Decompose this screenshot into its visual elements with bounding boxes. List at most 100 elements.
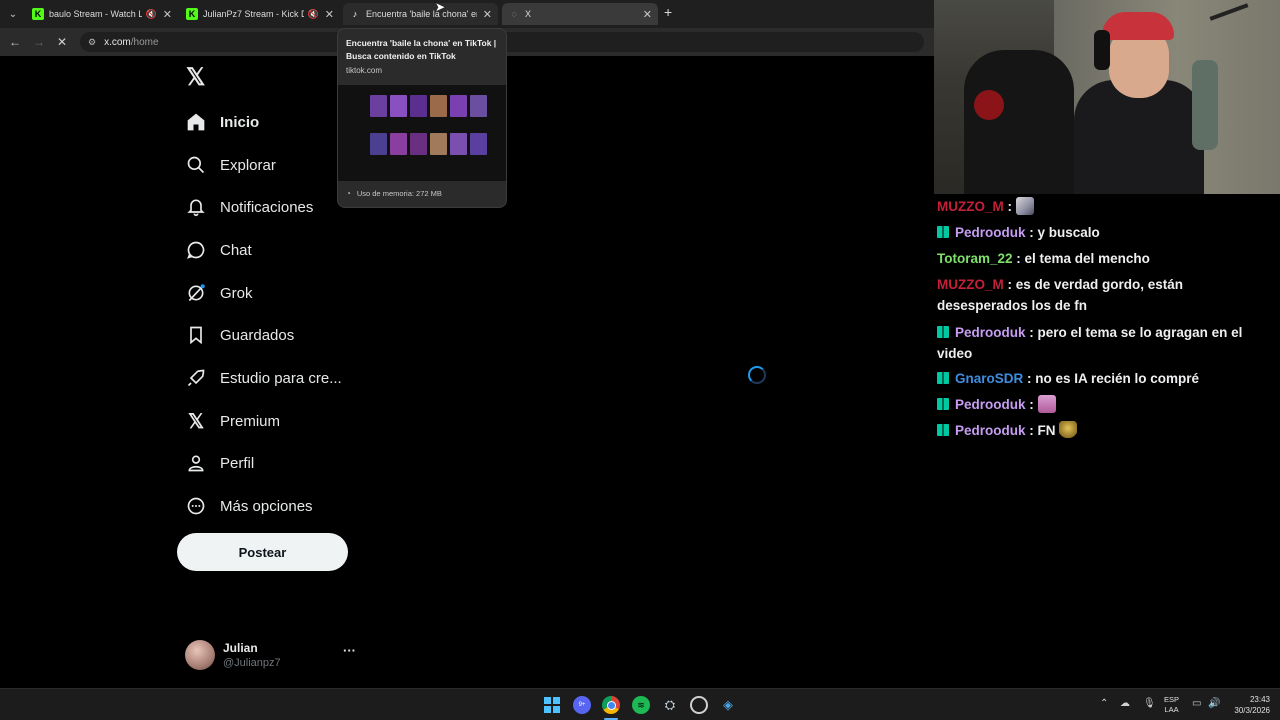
- discord-badge: 9+: [578, 702, 586, 708]
- chat-username[interactable]: MUZZO_M: [937, 277, 1004, 292]
- tab-search-chevron-icon[interactable]: ⌄: [4, 5, 22, 23]
- url-host: x.com: [104, 36, 131, 48]
- subscriber-badge-icon: [937, 424, 949, 436]
- loading-spinner-icon: [748, 366, 766, 384]
- tab-hover-card: Encuentra 'baile la chona' en TikTok | B…: [337, 28, 507, 208]
- chat-username[interactable]: Pedrooduk: [955, 397, 1026, 412]
- chat-username[interactable]: Pedrooduk: [955, 423, 1026, 438]
- nav-label: Explorar: [220, 156, 276, 174]
- browser-tab-tiktok[interactable]: ♪ Encuentra 'baile la chona' en Ti ✕: [343, 3, 498, 25]
- account-switcher[interactable]: Julian @Julianpz7 ···: [185, 638, 365, 674]
- lang-top: ESP: [1164, 695, 1180, 704]
- back-arrow-icon[interactable]: ←: [7, 34, 23, 50]
- chat-message: MUZZO_M :: [937, 196, 1243, 217]
- chrome-icon[interactable]: [602, 696, 620, 714]
- grok-icon: [185, 282, 207, 304]
- windows-start-icon[interactable]: [543, 696, 561, 714]
- more-dots-icon[interactable]: ···: [343, 643, 356, 658]
- windows-taskbar: 9+ ≋ ⛭ ◈ ⌃ ☁ 🎙 ESP LAA ▭ 🔊 23:43 30/3/20…: [0, 688, 1280, 720]
- hover-card-title: Encuentra 'baile la chona' en TikTok | B…: [346, 38, 497, 61]
- site-info-icon[interactable]: ⚙: [88, 37, 96, 48]
- nav-label: Chat: [220, 241, 252, 259]
- microphone-icon[interactable]: 🎙: [1143, 698, 1156, 709]
- tiktok-icon: ♪: [352, 9, 358, 19]
- close-tab-icon[interactable]: ✕: [643, 8, 652, 21]
- tab-title: X: [525, 9, 532, 19]
- subscriber-badge-icon: [937, 372, 949, 384]
- nav-label: Más opciones: [220, 497, 313, 515]
- muted-speaker-icon[interactable]: 🔇: [308, 9, 319, 20]
- close-tab-icon[interactable]: ✕: [325, 8, 334, 21]
- tab-title: baulo Stream - Watch Live o: [49, 9, 142, 19]
- nav-item-inicio[interactable]: Inicio: [185, 107, 259, 137]
- clock-time: 23:43: [1249, 695, 1270, 704]
- chat-username[interactable]: MUZZO_M: [937, 199, 1004, 214]
- kick-icon: K: [186, 8, 198, 20]
- person-icon: [185, 452, 207, 474]
- chat-username[interactable]: Pedrooduk: [955, 225, 1026, 240]
- chat-message: Pedrooduk : FN: [937, 420, 1243, 441]
- subscriber-badge-icon: [937, 398, 949, 410]
- lang-bottom: LAA: [1164, 705, 1179, 714]
- webcam-bottle: [1192, 60, 1218, 150]
- chat-text: y buscalo: [1037, 225, 1100, 240]
- chat-message: GnaroSDR : no es IA recién lo compré: [937, 368, 1243, 389]
- bookmark-icon: [185, 324, 207, 346]
- discord-icon[interactable]: 9+: [573, 696, 591, 714]
- display-icon[interactable]: ▭: [1192, 698, 1201, 709]
- nav-label: Inicio: [220, 113, 260, 131]
- nav-item-chat[interactable]: Chat: [185, 235, 252, 265]
- nav-item-guardados[interactable]: Guardados: [185, 320, 294, 350]
- chat-message: Totoram_22 : el tema del mencho: [937, 251, 1150, 266]
- system-clock[interactable]: 23:43 30/3/2026: [1226, 694, 1270, 716]
- obs-icon[interactable]: [690, 696, 708, 714]
- chat-message: MUZZO_M : es de verdad gordo, están dese…: [937, 277, 1184, 313]
- memory-gauge-icon: ◔: [346, 189, 351, 198]
- nav-label: Grok: [220, 284, 253, 302]
- nav-label: Premium: [220, 412, 281, 430]
- chat-username[interactable]: Totoram_22: [937, 251, 1013, 266]
- close-tab-icon[interactable]: ✕: [483, 8, 492, 21]
- input-language-indicator[interactable]: ESP LAA: [1164, 695, 1179, 715]
- muted-speaker-icon[interactable]: 🔇: [146, 9, 157, 20]
- browser-tab-strip: ⌄ K baulo Stream - Watch Live o 🔇 ✕ K Ju…: [0, 0, 934, 28]
- tab-title: Encuentra 'baile la chona' en Ti: [366, 9, 477, 19]
- volume-icon[interactable]: 🔊: [1208, 698, 1220, 709]
- browser-tab-x[interactable]: ◌ X ✕: [502, 3, 658, 25]
- chat-message: Pedrooduk : pero el tema se lo agragan e…: [937, 325, 1243, 361]
- more-circle-icon: [185, 495, 207, 517]
- avatar: [185, 640, 215, 670]
- emote-icon: [1037, 395, 1056, 413]
- nav-item-grok[interactable]: Grok: [185, 278, 253, 308]
- nav-item-notificaciones[interactable]: Notificaciones: [185, 192, 313, 222]
- close-tab-icon[interactable]: ✕: [163, 8, 172, 21]
- browser-tab-baulo[interactable]: K baulo Stream - Watch Live o 🔇 ✕: [26, 3, 178, 25]
- bell-icon: [185, 196, 207, 218]
- nav-item-perfil[interactable]: Perfil: [185, 448, 254, 478]
- nav-item-premium[interactable]: 𝕏 Premium: [185, 406, 280, 436]
- nav-item-mas-opciones[interactable]: Más opciones: [185, 491, 313, 521]
- tray-overflow-chevron-icon[interactable]: ⌃: [1100, 698, 1108, 709]
- post-button[interactable]: Postear: [177, 533, 348, 571]
- chat-username[interactable]: Pedrooduk: [955, 325, 1026, 340]
- x-logo-icon[interactable]: 𝕏: [186, 66, 208, 90]
- chat-text: el tema del mencho: [1024, 251, 1150, 266]
- chat-username[interactable]: GnaroSDR: [955, 371, 1023, 386]
- steam-icon[interactable]: ⛭: [661, 696, 679, 714]
- nav-label: Guardados: [220, 326, 295, 344]
- loading-icon: ◌: [511, 9, 517, 19]
- stop-loading-icon[interactable]: ✕: [54, 34, 70, 50]
- new-tab-plus-icon[interactable]: +: [664, 4, 672, 20]
- chat-icon: [185, 239, 207, 261]
- nav-item-explorar[interactable]: Explorar: [185, 150, 276, 180]
- spotify-icon[interactable]: ≋: [632, 696, 650, 714]
- nav-item-estudio[interactable]: Estudio para cre...: [185, 363, 342, 393]
- app-icon[interactable]: ◈: [719, 696, 737, 714]
- browser-tab-julianpz7[interactable]: K JulianPz7 Stream - Kick Das 🔇 ✕: [180, 3, 340, 25]
- cloud-icon[interactable]: ☁: [1120, 698, 1130, 709]
- subscriber-badge-icon: [937, 226, 949, 238]
- forward-arrow-icon[interactable]: →: [31, 34, 47, 50]
- hover-card-preview-image: [338, 85, 506, 181]
- webcam-chair-accent: [974, 90, 1004, 120]
- chat-message: Pedrooduk :: [937, 394, 1243, 415]
